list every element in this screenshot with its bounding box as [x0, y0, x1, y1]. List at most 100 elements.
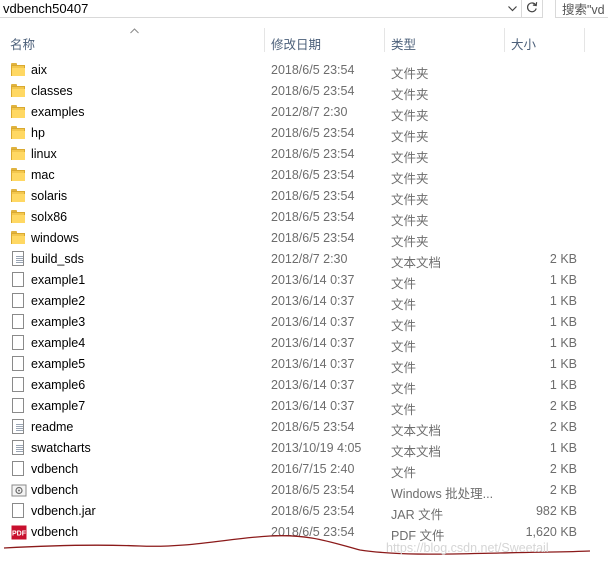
file-date: 2018/6/5 23:54: [271, 84, 355, 98]
column-divider[interactable]: [264, 28, 265, 52]
file-type: 文件: [391, 466, 417, 480]
file-row[interactable]: windows 2018/6/5 23:54 文件夹: [0, 228, 608, 249]
column-divider[interactable]: [384, 28, 385, 52]
file-row[interactable]: classes 2018/6/5 23:54 文件夹: [0, 81, 608, 102]
file-name: vdbench: [31, 462, 79, 476]
folder-icon: [11, 83, 26, 100]
column-divider[interactable]: [584, 28, 585, 52]
file-icon: [11, 314, 26, 331]
file-type: 文件夹: [391, 151, 429, 165]
file-name: vdbench.jar: [31, 504, 96, 518]
file-name: examples: [31, 105, 85, 119]
file-date: 2013/10/19 4:05: [271, 441, 362, 455]
file-date: 2013/6/14 0:37: [271, 357, 355, 371]
column-date[interactable]: 修改日期: [271, 34, 321, 53]
column-divider[interactable]: [504, 28, 505, 52]
file-row[interactable]: build_sds 2012/8/7 2:30 文本文档 2 KB: [0, 249, 608, 270]
file-size: 1 KB: [549, 273, 577, 287]
file-row[interactable]: swatcharts 2013/10/19 4:05 文本文档 1 KB: [0, 438, 608, 459]
file-date: 2016/7/15 2:40: [271, 462, 355, 476]
file-date: 2018/6/5 23:54: [271, 504, 355, 518]
file-size: 2 KB: [549, 483, 577, 497]
file-date: 2013/6/14 0:37: [271, 336, 355, 350]
file-row[interactable]: vdbench 2018/6/5 23:54 Windows 批处理... 2 KB: [0, 480, 608, 501]
file-date: 2018/6/5 23:54: [271, 126, 355, 140]
chevron-down-icon[interactable]: [505, 2, 519, 16]
file-row[interactable]: example7 2013/6/14 0:37 文件 2 KB: [0, 396, 608, 417]
file-row[interactable]: example5 2013/6/14 0:37 文件 1 KB: [0, 354, 608, 375]
file-icon: [11, 335, 26, 352]
folder-icon: [11, 188, 26, 205]
file-list: aix 2018/6/5 23:54 文件夹 classes 2018/6/5 23:5…: [0, 60, 608, 543]
file-name: example3: [31, 315, 86, 329]
file-type: 文本文档: [391, 424, 442, 438]
file-type: 文件: [391, 298, 417, 312]
file-row[interactable]: example3 2013/6/14 0:37 文件 1 KB: [0, 312, 608, 333]
file-icon: [11, 377, 26, 394]
file-type: 文件: [391, 403, 417, 417]
file-date: 2013/6/14 0:37: [271, 273, 355, 287]
file-name: vdbench: [31, 483, 79, 497]
file-date: 2018/6/5 23:54: [271, 189, 355, 203]
file-size: 982 KB: [535, 504, 577, 518]
folder-icon: [11, 125, 26, 142]
file-row[interactable]: solx86 2018/6/5 23:54 文件夹: [0, 207, 608, 228]
file-row[interactable]: mac 2018/6/5 23:54 文件夹: [0, 165, 608, 186]
folder-icon: [11, 167, 26, 184]
file-row[interactable]: examples 2012/8/7 2:30 文件夹: [0, 102, 608, 123]
file-row[interactable]: readme 2018/6/5 23:54 文本文档 2 KB: [0, 417, 608, 438]
file-row[interactable]: vdbench.jar 2018/6/5 23:54 JAR 文件 982 KB: [0, 501, 608, 522]
file-date: 2018/6/5 23:54: [271, 63, 355, 77]
file-row[interactable]: vdbench 2016/7/15 2:40 文件 2 KB: [0, 459, 608, 480]
file-name: build_sds: [31, 252, 84, 266]
file-icon: [11, 461, 26, 478]
file-type: 文本文档: [391, 256, 442, 270]
file-row[interactable]: solaris 2018/6/5 23:54 文件夹: [0, 186, 608, 207]
file-size: 2 KB: [549, 420, 577, 434]
folder-icon: [11, 62, 26, 79]
file-name: example2: [31, 294, 86, 308]
file-type: 文件: [391, 319, 417, 333]
file-name: example1: [31, 273, 86, 287]
file-date: 2018/6/5 23:54: [271, 210, 355, 224]
file-type: 文件夹: [391, 130, 429, 144]
file-type: 文件: [391, 340, 417, 354]
folder-icon: [11, 104, 26, 121]
refresh-icon: [526, 1, 538, 16]
file-type: 文件: [391, 277, 417, 291]
watermark-text: https://blog.csdn.net/Sweetail: [386, 541, 549, 555]
file-size: 1 KB: [549, 315, 577, 329]
file-name: hp: [31, 126, 45, 140]
search-input[interactable]: 搜索"vd: [555, 0, 608, 18]
file-size: 1 KB: [549, 441, 577, 455]
file-row[interactable]: example4 2013/6/14 0:37 文件 1 KB: [0, 333, 608, 354]
address-input[interactable]: vdbench50407: [0, 0, 522, 18]
file-date: 2013/6/14 0:37: [271, 294, 355, 308]
column-name[interactable]: 名称: [10, 34, 35, 53]
batch-file-icon: [11, 482, 27, 499]
file-type: 文件夹: [391, 235, 429, 249]
file-type: 文本文档: [391, 445, 442, 459]
text-document-icon: [11, 251, 26, 268]
column-type[interactable]: 类型: [391, 34, 416, 53]
file-date: 2018/6/5 23:54: [271, 147, 355, 161]
file-name: example5: [31, 357, 86, 371]
column-header: 名称 修改日期 类型 大小: [0, 20, 608, 60]
refresh-button[interactable]: [522, 0, 543, 18]
address-bar: vdbench50407 搜索"vd: [0, 0, 608, 19]
file-row[interactable]: hp 2018/6/5 23:54 文件夹: [0, 123, 608, 144]
file-name: example4: [31, 336, 86, 350]
address-path: vdbench50407: [3, 1, 89, 16]
file-type: 文件: [391, 382, 417, 396]
file-row[interactable]: example1 2013/6/14 0:37 文件 1 KB: [0, 270, 608, 291]
file-date: 2018/6/5 23:54: [271, 420, 355, 434]
file-row[interactable]: linux 2018/6/5 23:54 文件夹: [0, 144, 608, 165]
file-name: aix: [31, 63, 47, 77]
file-row[interactable]: example2 2013/6/14 0:37 文件 1 KB: [0, 291, 608, 312]
file-type: Windows 批处理...: [391, 487, 494, 501]
column-size[interactable]: 大小: [511, 34, 536, 53]
file-row[interactable]: aix 2018/6/5 23:54 文件夹: [0, 60, 608, 81]
file-type: 文件夹: [391, 172, 429, 186]
file-row[interactable]: example6 2013/6/14 0:37 文件 1 KB: [0, 375, 608, 396]
file-name: solaris: [31, 189, 68, 203]
